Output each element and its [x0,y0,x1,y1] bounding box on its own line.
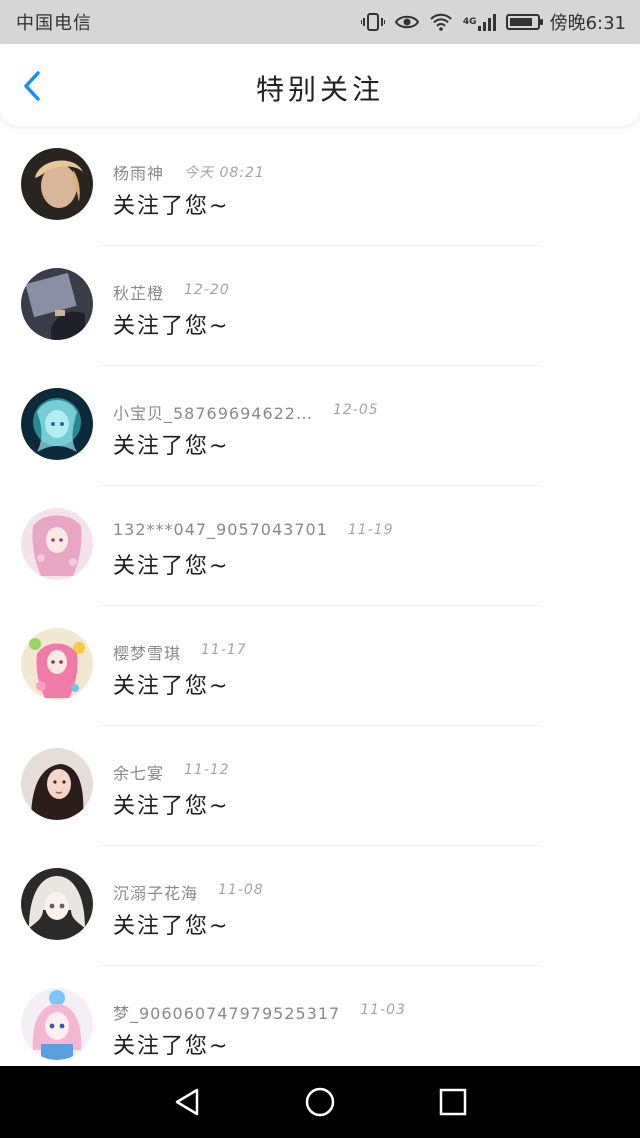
nav-home-button[interactable] [300,1082,340,1122]
nav-recent-button[interactable] [433,1082,473,1122]
item-date: 11-19 [347,522,394,538]
battery-icon [505,12,543,32]
avatar[interactable] [21,148,93,220]
item-date: 12-05 [332,402,379,418]
item-date: 11-12 [184,762,230,778]
list-item[interactable]: 余七宴 11-12 关注了您~ [0,726,640,846]
avatar[interactable] [21,988,93,1060]
item-date: 12-20 [184,282,230,298]
avatar[interactable] [21,748,93,820]
item-message: 关注了您~ [113,1034,230,1059]
eye-icon [394,12,419,32]
user-name[interactable]: 杨雨神 [113,160,164,184]
status-icons: 4G 傍晚6:31 [360,9,626,35]
list-item[interactable]: 小宝贝_58769694622… 12-05 关注了您~ [0,366,640,486]
list-item[interactable]: 秋芷橙 12-20 关注了您~ [0,246,640,366]
item-message: 关注了您~ [113,314,230,339]
avatar[interactable] [21,508,93,580]
list-item[interactable]: 132***047_9057043701 11-19 关注了您~ [0,486,640,606]
item-message: 关注了您~ [113,194,230,219]
item-message: 关注了您~ [113,794,230,819]
avatar[interactable] [21,268,93,340]
avatar[interactable] [21,388,93,460]
item-meta: 秋芷橙 12-20 [113,280,230,304]
square-recent-icon [440,1088,467,1116]
avatar[interactable] [21,868,93,940]
list-item[interactable]: 樱梦雪琪 11-17 关注了您~ [0,606,640,726]
carrier-label: 中国电信 [16,13,92,34]
avatar[interactable] [21,628,93,700]
item-date: 11-17 [201,642,247,658]
item-message: 关注了您~ [113,554,230,579]
item-message: 关注了您~ [113,674,230,699]
user-name[interactable]: 樱梦雪琪 [113,640,181,664]
list-item[interactable]: 梦_9060607479795253​17 11-03 关注了您~ [0,966,640,1066]
user-name[interactable]: 梦_9060607479795253​17 [113,1000,340,1024]
item-message: 关注了您~ [113,434,230,459]
list-item[interactable]: 杨雨神 今天 08:21 关注了您~ [0,126,640,246]
wifi-icon [429,12,453,32]
vibrate-icon [360,12,385,32]
user-name[interactable]: 沉溺子花海 [113,880,198,904]
item-meta: 沉溺子花海 11-08 [113,880,264,904]
item-date: 11-08 [218,882,264,898]
item-meta: 樱梦雪琪 11-17 [113,640,247,664]
system-nav-bar [0,1066,640,1138]
status-bar: 中国电信 4G 傍晚6:31 [0,0,640,44]
page-header: 特别关注 [0,44,640,126]
list-item[interactable]: 沉溺子花海 11-08 关注了您~ [0,846,640,966]
item-message: 关注了您~ [113,914,230,939]
circle-home-icon [305,1087,335,1117]
follow-list: 杨雨神 今天 08:21 关注了您~ 秋芷橙 12-20 关注了您~ 小宝贝_5… [0,126,640,1066]
item-meta: 小宝贝_58769694622… 12-05 [113,400,379,424]
page-title: 特别关注 [255,73,384,106]
item-meta: 余七宴 11-12 [113,760,230,784]
nav-back-button[interactable] [167,1082,207,1122]
item-meta: 梦_9060607479795253​17 11-03 [113,1000,406,1024]
user-name[interactable]: 小宝贝_58769694622… [113,400,313,424]
user-name[interactable]: 秋芷橙 [113,280,164,304]
user-name[interactable]: 132***047_9057043701 [113,520,328,539]
item-meta: 杨雨神 今天 08:21 [113,160,265,184]
triangle-back-icon [175,1088,198,1116]
user-name[interactable]: 余七宴 [113,760,164,784]
network-type: 4G [462,16,477,27]
item-date: 今天 08:21 [184,165,265,181]
item-date: 11-03 [360,1002,406,1018]
item-meta: 132***047_9057043701 11-19 [113,520,394,539]
signal-icon: 4G [463,12,496,32]
time-label: 傍晚6:31 [549,13,626,34]
